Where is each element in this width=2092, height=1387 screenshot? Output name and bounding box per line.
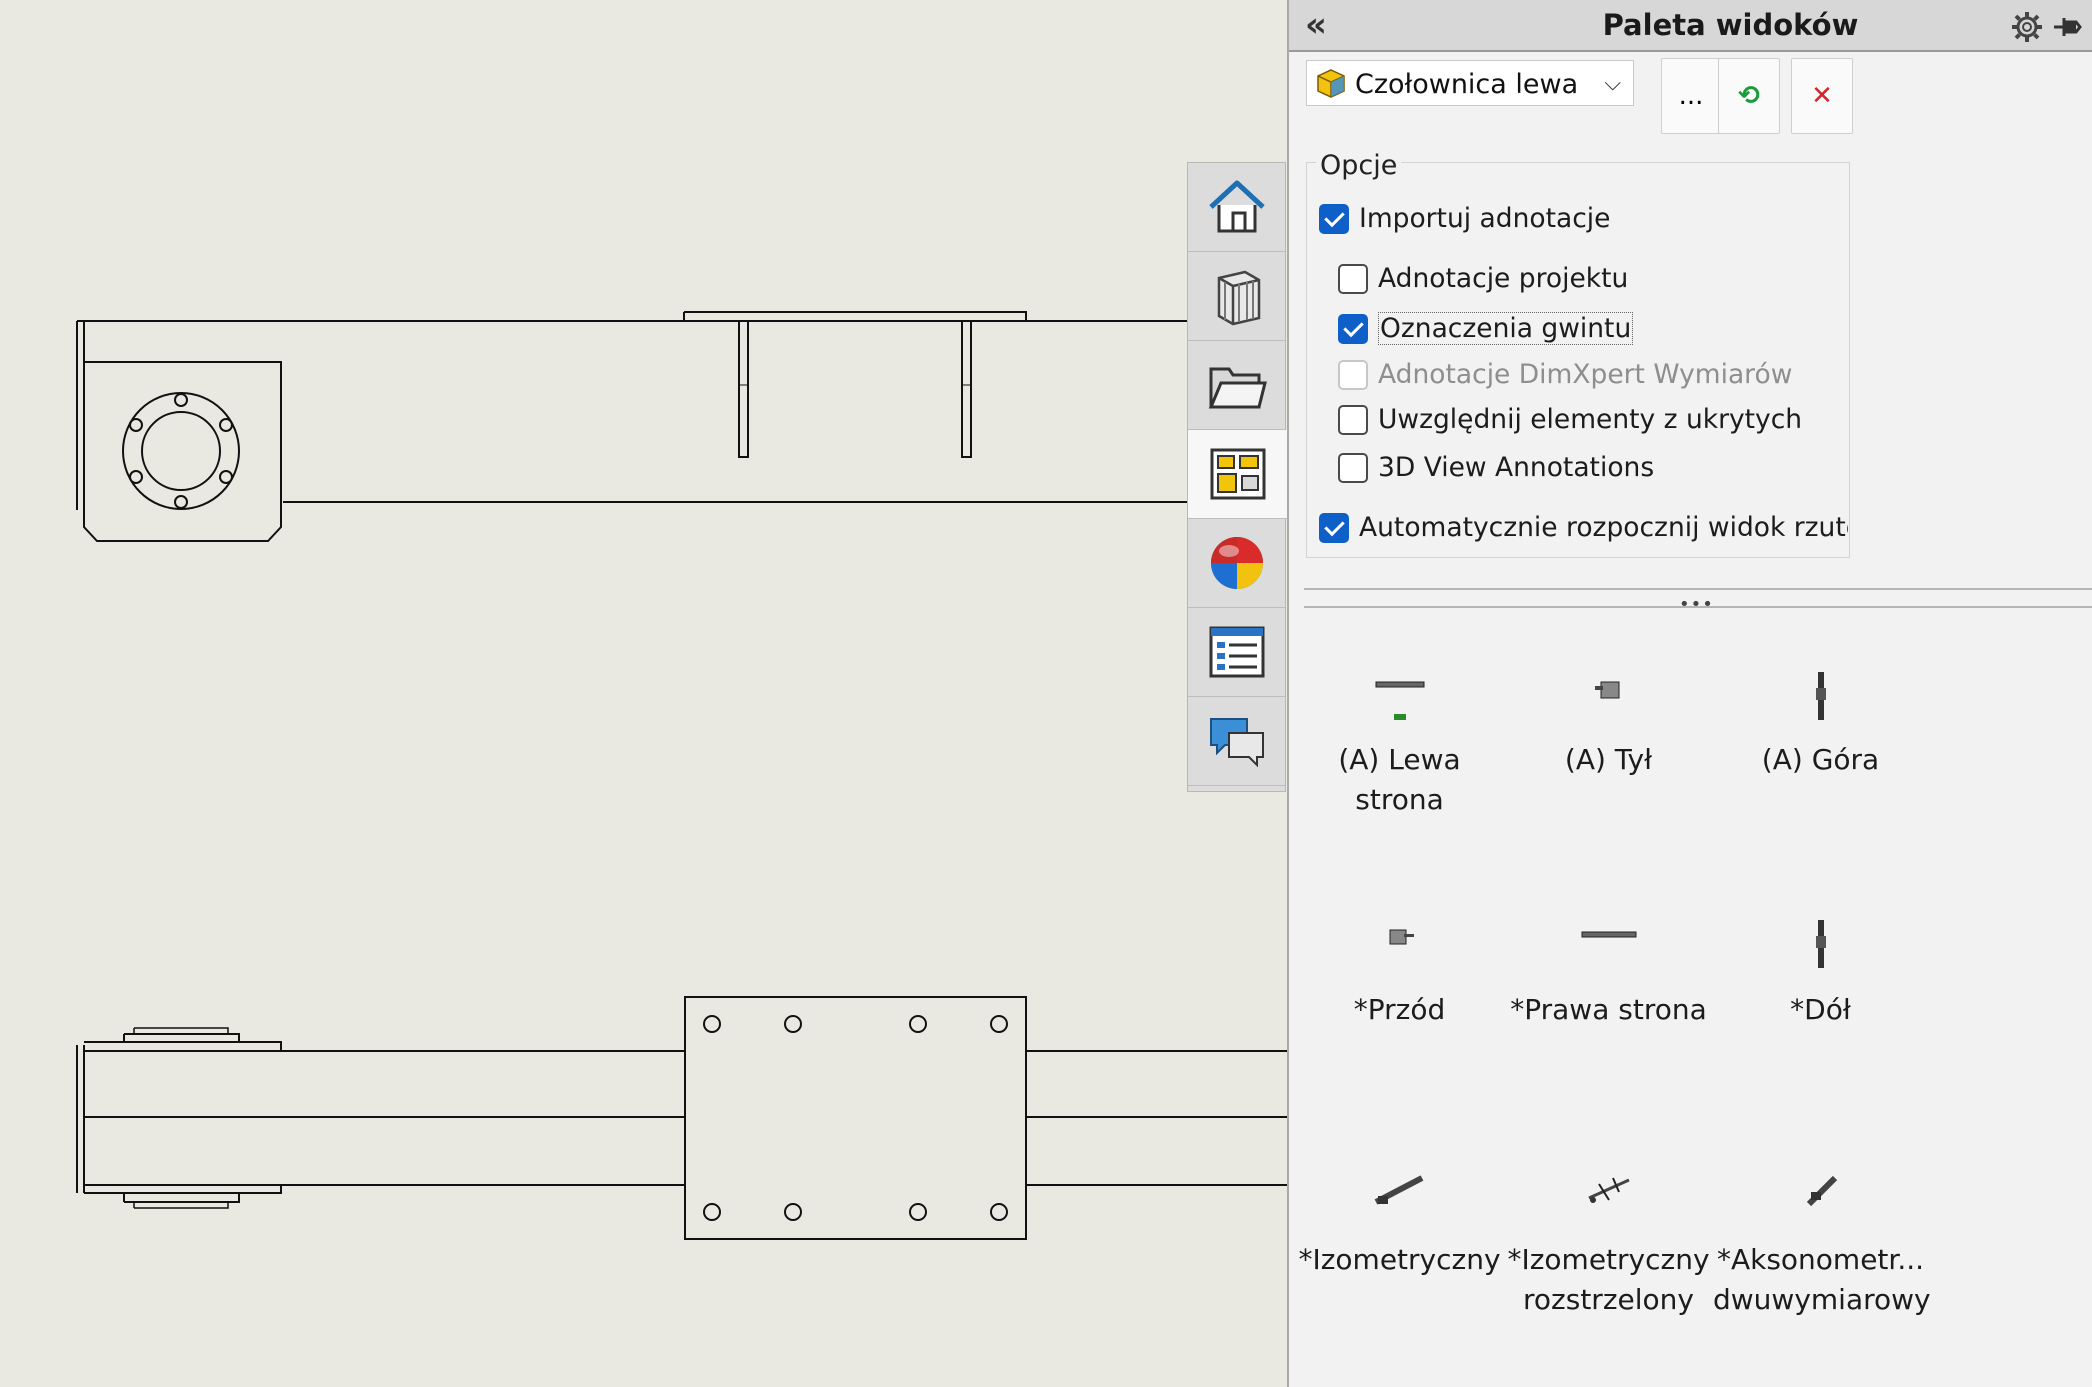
view-thumbnail [1375, 681, 1424, 720]
view-label-line2: dwuwymiarowy [1713, 1283, 1931, 1316]
view-3d-annotations-checkbox[interactable] [1338, 452, 1368, 483]
chevron-down-icon: ⌵ [1604, 71, 1621, 96]
clear-all-button[interactable]: ✕ [1791, 58, 1853, 134]
home-icon [1208, 180, 1265, 233]
view-palette-icon [1210, 448, 1265, 500]
gear-icon[interactable] [2010, 10, 2044, 44]
view-bottom[interactable]: *Dół [1713, 920, 1928, 1030]
view-thumbnail [1374, 1175, 1423, 1205]
import-annotations-label: Importuj adnotacje [1359, 203, 1611, 234]
browse-button[interactable]: ... [1661, 58, 1721, 134]
close-icon: ✕ [1811, 81, 1833, 111]
view-label-line2: rozstrzelony [1523, 1283, 1694, 1316]
design-annotations-label: Adnotacje projektu [1378, 263, 1629, 294]
dimxpert-annotations-label: Adnotacje DimXpert Wymiarów [1378, 359, 1793, 390]
view-back[interactable]: (A) Tył [1501, 670, 1716, 780]
custom-properties-icon [1209, 626, 1264, 678]
include-hidden-label: Uwzględnij elementy z ukrytych [1378, 404, 1803, 435]
import-annotations-checkbox[interactable] [1319, 203, 1349, 234]
splitter-grip[interactable]: ••• [1679, 596, 1714, 614]
thread-callouts-option[interactable]: Oznaczenia gwintu [1338, 312, 1634, 345]
view-3d-annotations-option[interactable]: 3D View Annotations [1338, 452, 1654, 483]
view-3d-annotations-label: 3D View Annotations [1378, 452, 1655, 483]
view-thumbnail [1581, 931, 1636, 938]
view-label: *Izometryczny [1507, 1243, 1710, 1276]
view-thumbnail [1587, 1177, 1630, 1203]
tab-appearances[interactable] [1188, 519, 1285, 608]
view-palette-panel: « Paleta widoków Czołownica lewa ⌵ ... ⟲… [1287, 0, 2092, 1387]
view-label: *Prawa strona [1510, 993, 1707, 1026]
refresh-icon: ⟲ [1738, 81, 1760, 111]
view-thumbnail [1815, 672, 1826, 720]
file-explorer-icon [1208, 367, 1267, 409]
view-label: *Izometryczny [1298, 1243, 1501, 1276]
view-dimetric[interactable]: *Aksonometr... dwuwymiarowy [1713, 1170, 1931, 1320]
source-document-value: Czołownica lewa [1355, 69, 1579, 100]
view-thumbnail [1815, 920, 1826, 968]
view-label: (A) Lewa strona [1338, 743, 1461, 816]
view-left[interactable]: (A) Lewa strona [1292, 670, 1507, 820]
include-hidden-option[interactable]: Uwzględnij elementy z ukrytych [1338, 404, 1802, 435]
forum-icon [1209, 718, 1264, 768]
view-thumbnail [1806, 1175, 1837, 1207]
panel-title: Paleta widoków [1602, 8, 1859, 42]
part-cube-icon [1317, 69, 1345, 98]
source-document-select[interactable]: Czołownica lewa ⌵ [1306, 60, 1634, 106]
appearances-icon [1210, 537, 1263, 589]
splitter-line [1304, 588, 2092, 590]
dimxpert-annotations-checkbox [1338, 359, 1368, 390]
task-pane-tabs [1187, 162, 1287, 792]
include-hidden-checkbox[interactable] [1338, 404, 1368, 435]
auto-start-projected-option[interactable]: Automatycznie rozpocznij widok rzutowa [1319, 512, 1848, 543]
tab-design-library[interactable] [1188, 252, 1285, 341]
tab-view-palette[interactable] [1188, 430, 1287, 519]
browse-label: ... [1678, 81, 1704, 111]
design-library-icon [1217, 270, 1260, 326]
view-thumbnail [1594, 681, 1619, 699]
view-label: (A) Góra [1761, 743, 1880, 776]
design-annotations-option[interactable]: Adnotacje projektu [1338, 263, 1628, 294]
view-label: (A) Tył [1564, 743, 1653, 776]
tab-custom-properties[interactable] [1188, 608, 1285, 697]
tab-home[interactable] [1188, 163, 1285, 252]
view-top[interactable]: (A) Góra [1713, 670, 1928, 780]
thread-callouts-label: Oznaczenia gwintu [1378, 312, 1634, 345]
view-isometric-exploded[interactable]: *Izometryczny rozstrzelony [1501, 1170, 1716, 1320]
refresh-button[interactable]: ⟲ [1718, 58, 1780, 134]
dimxpert-annotations-option: Adnotacje DimXpert Wymiarów [1338, 359, 1792, 390]
drawing-canvas[interactable] [0, 0, 1287, 1387]
view-front[interactable]: *Przód [1292, 920, 1507, 1030]
view-thumbnail [1389, 929, 1414, 945]
thread-callouts-checkbox[interactable] [1338, 313, 1368, 344]
import-annotations-option[interactable]: Importuj adnotacje [1319, 203, 1610, 234]
view-label: *Aksonometr... [1716, 1243, 1925, 1276]
view-isometric[interactable]: *Izometryczny [1292, 1170, 1507, 1280]
view-right[interactable]: *Prawa strona [1501, 920, 1716, 1030]
tab-file-explorer[interactable] [1188, 341, 1285, 430]
tab-forum[interactable] [1188, 697, 1285, 786]
view-label: *Przód [1353, 993, 1446, 1026]
drawing-sheet-views [76, 311, 1287, 1240]
pin-icon[interactable] [2050, 10, 2084, 44]
design-annotations-checkbox[interactable] [1338, 263, 1368, 294]
options-legend: Opcje [1316, 150, 1402, 181]
auto-start-projected-checkbox[interactable] [1319, 512, 1349, 543]
auto-start-projected-label: Automatycznie rozpocznij widok rzutowa [1359, 512, 1848, 543]
panel-titlebar: « Paleta widoków [1289, 0, 2092, 52]
view-label: *Dół [1790, 993, 1851, 1026]
